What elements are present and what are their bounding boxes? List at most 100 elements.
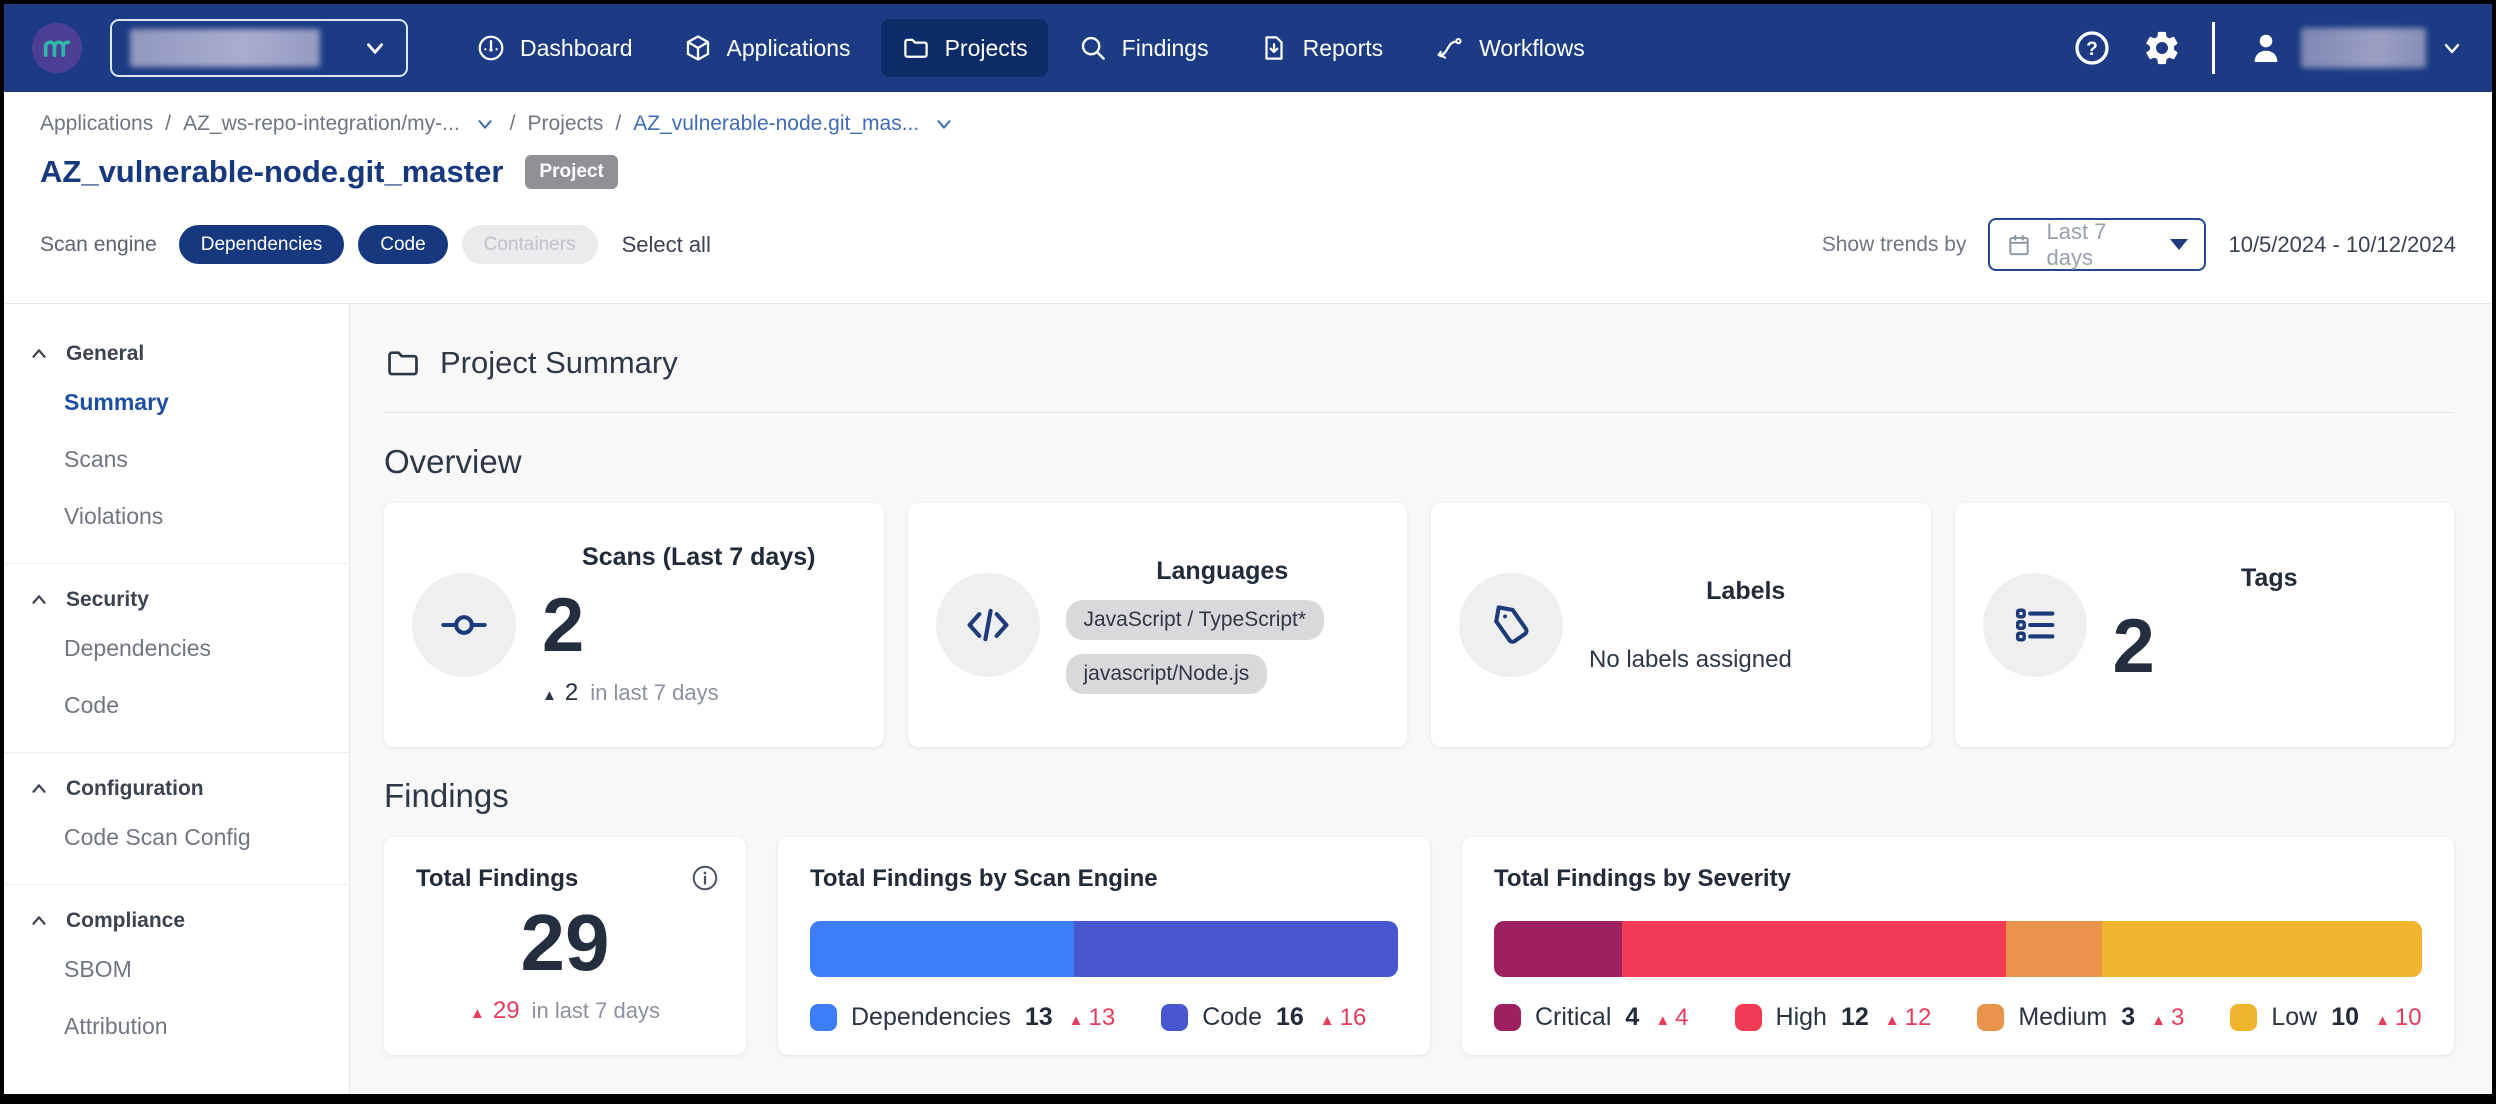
scans-value: 2 — [542, 586, 856, 666]
legend-swatch — [1735, 1004, 1762, 1031]
bar-segment-critical — [1494, 921, 1622, 977]
commit-icon — [412, 573, 516, 677]
scans-trend: ▲2in last 7 days — [542, 679, 856, 707]
trend-up-icon: ▲ — [2375, 1012, 2390, 1029]
sidebar-header-configuration[interactable]: Configuration — [4, 769, 349, 809]
labels-card: Labels No labels assigned — [1431, 503, 1931, 747]
organization-name-redacted — [130, 29, 320, 67]
info-icon[interactable] — [690, 863, 720, 898]
chip-dependencies[interactable]: Dependencies — [179, 225, 344, 264]
trend-up-icon: ▲ — [1885, 1012, 1900, 1029]
legend-trend: ▲3 — [2151, 1004, 2184, 1032]
tags-card: Tags 2 — [1955, 503, 2455, 747]
sidebar-header-compliance[interactable]: Compliance — [4, 901, 349, 941]
sidebar-item-violations[interactable]: Violations — [4, 488, 349, 545]
nav-item-findings[interactable]: Findings — [1058, 19, 1229, 77]
card-title: Total Findings — [416, 865, 578, 893]
sidebar-section-compliance: Compliance SBOM Attribution — [4, 884, 349, 1065]
card-title: Labels — [1706, 577, 1785, 606]
organization-selector[interactable] — [110, 19, 408, 77]
sidebar-item-code-scan-config[interactable]: Code Scan Config — [4, 809, 349, 866]
page-title: AZ_vulnerable-node.git_master — [40, 154, 503, 190]
legend-count: 10 — [2331, 1003, 2359, 1032]
legend-trend: ▲10 — [2375, 1004, 2422, 1032]
language-pill: JavaScript / TypeScript* — [1066, 600, 1325, 640]
sidebar-item-code[interactable]: Code — [4, 677, 349, 734]
trend-value: 3 — [2171, 1004, 2184, 1032]
scan-engine-label: Scan engine — [40, 233, 157, 257]
bar-segment-code — [1074, 921, 1398, 977]
legend-entry-low: Low 10 ▲10 — [2230, 1003, 2421, 1032]
total-findings-card: Total Findings 29 ▲29in last 7 days — [384, 837, 746, 1055]
breadcrumb-application-name[interactable]: AZ_ws-repo-integration/my-... — [183, 112, 460, 136]
help-icon[interactable]: ? — [2072, 28, 2112, 68]
chevron-up-icon — [28, 343, 50, 365]
severity-legend: Critical4▲4High12▲12Medium3▲3Low10▲10 — [1494, 1003, 2422, 1032]
trend-value: 2 — [565, 679, 578, 707]
legend-count: 4 — [1625, 1003, 1639, 1032]
trend-value: 29 — [493, 997, 520, 1025]
username-redacted — [2301, 28, 2426, 68]
sidebar: General Summary Scans Violations Securit… — [4, 304, 350, 1094]
nav-item-reports[interactable]: Reports — [1239, 19, 1404, 77]
sidebar-item-scans[interactable]: Scans — [4, 431, 349, 488]
sidebar-item-summary[interactable]: Summary — [4, 374, 349, 431]
legend-swatch — [810, 1004, 837, 1031]
breadcrumb-separator: / — [165, 112, 171, 136]
nav-item-dashboard[interactable]: Dashboard — [456, 19, 653, 77]
breadcrumb-separator: / — [615, 112, 621, 136]
legend-count: 3 — [2121, 1003, 2135, 1032]
date-range-text: 10/5/2024 - 10/12/2024 — [2228, 232, 2456, 258]
trend-value: 4 — [1675, 1004, 1688, 1032]
breadcrumb-projects[interactable]: Projects — [528, 112, 604, 136]
sidebar-item-sbom[interactable]: SBOM — [4, 941, 349, 998]
sidebar-item-dependencies[interactable]: Dependencies — [4, 620, 349, 677]
legend-swatch — [2230, 1004, 2257, 1031]
chevron-down-icon — [2440, 36, 2464, 60]
bar-segment-dependencies — [810, 921, 1074, 977]
breadcrumb-project-name[interactable]: AZ_vulnerable-node.git_mas... — [633, 112, 919, 136]
user-menu[interactable] — [2245, 27, 2464, 69]
legend-entry-code: Code16▲16 — [1161, 1003, 1366, 1032]
engine-stacked-bar — [810, 921, 1398, 977]
bar-segment-medium — [2006, 921, 2102, 977]
breadcrumb-caret-icon[interactable] — [933, 113, 955, 135]
nav-item-workflows[interactable]: Workflows — [1413, 19, 1605, 77]
language-pill: javascript/Node.js — [1066, 654, 1268, 694]
trend-up-icon: ▲ — [2151, 1012, 2166, 1029]
breadcrumb: Applications / AZ_ws-repo-integration/my… — [40, 112, 2456, 136]
legend-trend: ▲12 — [1885, 1004, 1932, 1032]
breadcrumb-applications[interactable]: Applications — [40, 112, 153, 136]
nav-label: Projects — [945, 35, 1028, 62]
trend-value: 16 — [1340, 1004, 1367, 1032]
settings-gear-icon[interactable] — [2142, 28, 2182, 68]
legend-label: Low — [2271, 1003, 2317, 1032]
chip-code[interactable]: Code — [358, 225, 447, 264]
legend-swatch — [1161, 1004, 1188, 1031]
sidebar-header-security[interactable]: Security — [4, 580, 349, 620]
folder-icon — [384, 344, 422, 382]
nav-label: Findings — [1122, 35, 1209, 62]
nav-item-applications[interactable]: Applications — [663, 19, 871, 77]
languages-card: Languages JavaScript / TypeScript* javas… — [908, 503, 1408, 747]
applications-cube-icon — [683, 33, 713, 63]
trend-up-icon: ▲ — [1320, 1012, 1335, 1029]
nav-item-projects[interactable]: Projects — [881, 19, 1048, 77]
card-title: Languages — [1156, 557, 1288, 586]
workflows-flow-icon — [1433, 33, 1465, 63]
breadcrumb-caret-icon[interactable] — [474, 113, 496, 135]
date-range-dropdown[interactable]: Last 7 days — [1988, 218, 2206, 271]
nav-label: Dashboard — [520, 35, 633, 62]
code-brackets-icon — [936, 573, 1040, 677]
trend-up-icon: ▲ — [1069, 1012, 1084, 1029]
sidebar-header-general[interactable]: General — [4, 334, 349, 374]
main-nav: Dashboard Applications Projects Findings… — [456, 19, 1605, 77]
projects-folder-icon — [901, 33, 931, 63]
labels-empty-text: No labels assigned — [1589, 646, 1903, 674]
total-findings-trend: ▲29in last 7 days — [470, 997, 660, 1025]
sidebar-item-attribution[interactable]: Attribution — [4, 998, 349, 1055]
mend-logo[interactable] — [32, 23, 82, 73]
bar-segment-low — [2102, 921, 2422, 977]
select-all-link[interactable]: Select all — [622, 232, 711, 258]
chevron-up-icon — [28, 910, 50, 932]
